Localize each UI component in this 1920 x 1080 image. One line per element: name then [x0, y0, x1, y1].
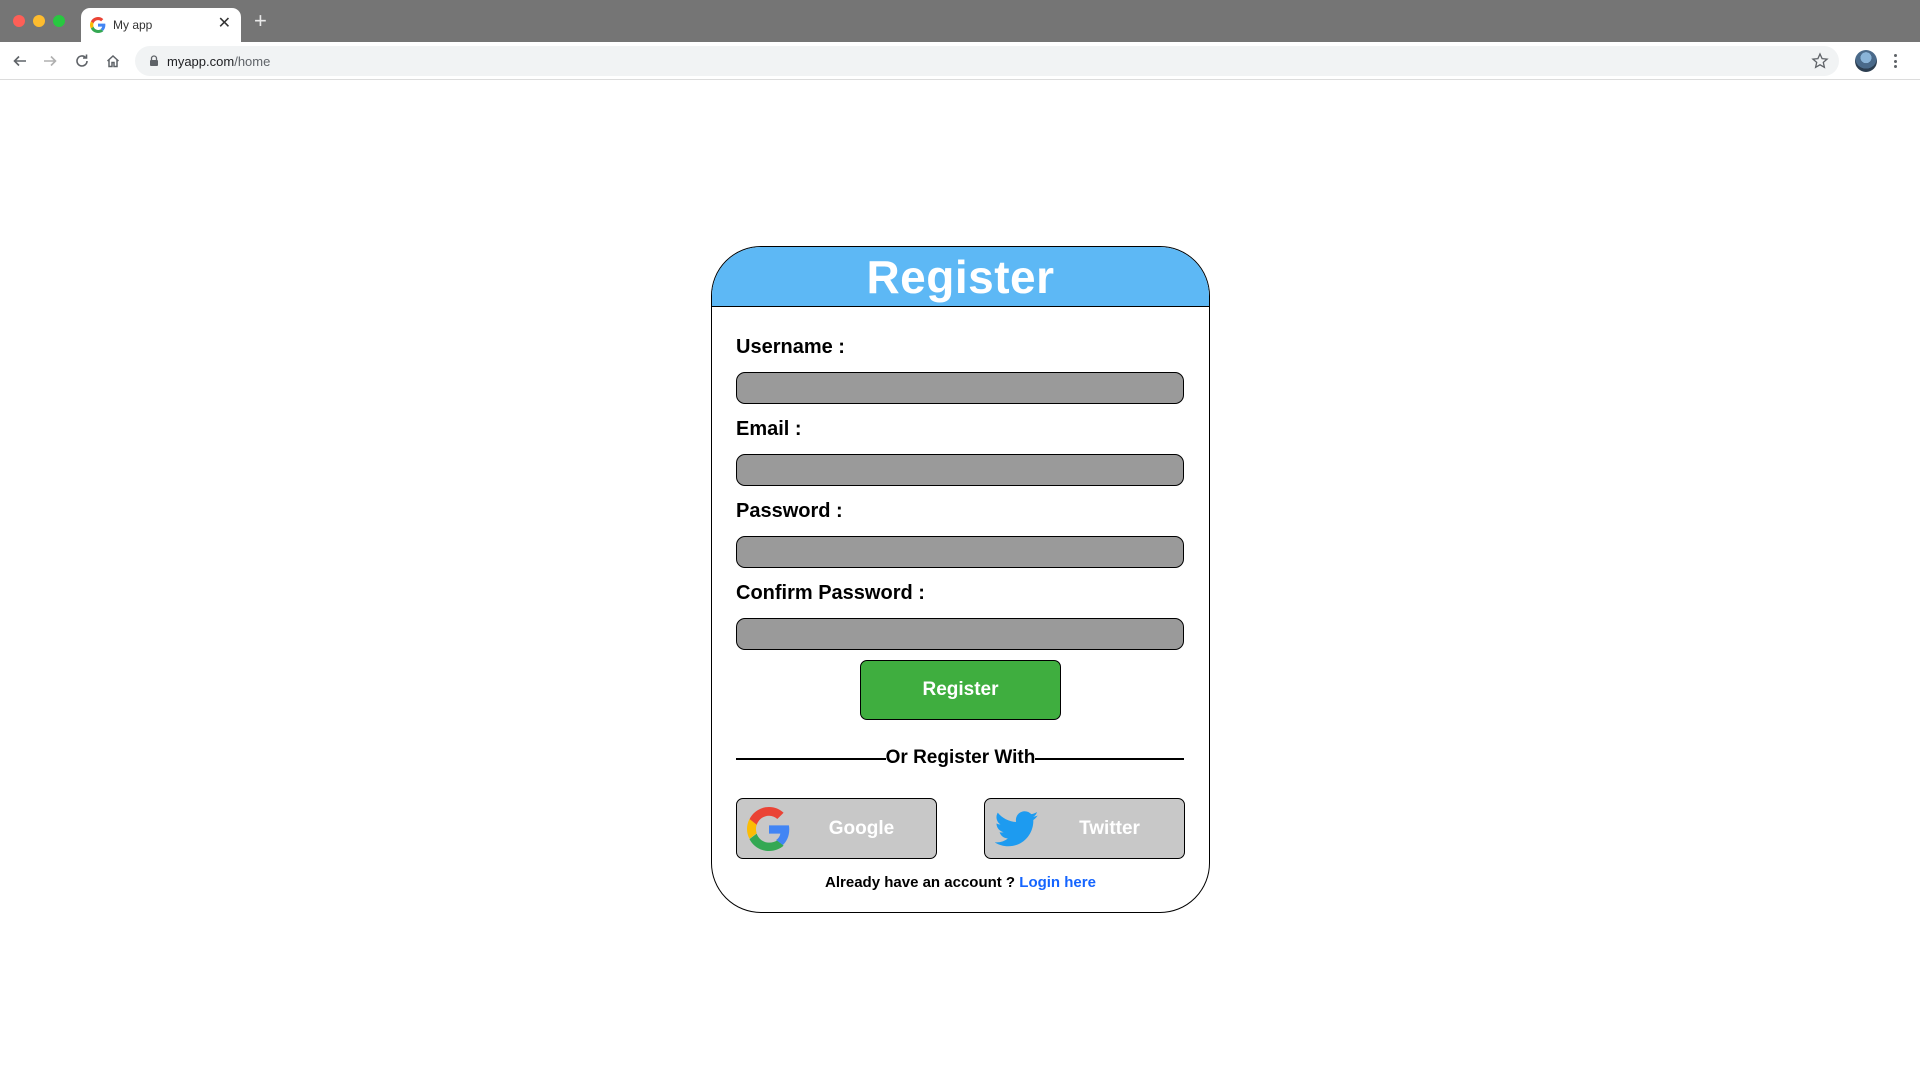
divider-label: Or Register With [885, 747, 1036, 768]
url-path: /home [234, 54, 271, 69]
tab-title: My app [113, 18, 153, 32]
google-register-button[interactable]: Google [736, 798, 937, 859]
or-register-with-text: Or Register With [712, 747, 1209, 769]
new-tab-button[interactable]: + [254, 10, 267, 32]
register-title: Register [866, 250, 1055, 303]
email-label: Email : [736, 418, 802, 440]
email-input[interactable] [736, 454, 1184, 486]
username-input[interactable] [736, 372, 1184, 404]
browser-toolbar: myapp.com/home [0, 42, 1920, 80]
register-button[interactable]: Register [860, 660, 1061, 720]
browser-tab[interactable]: My app ✕ [81, 8, 241, 42]
bookmark-star-icon[interactable] [1811, 52, 1829, 70]
tab-close-icon[interactable]: ✕ [218, 14, 231, 34]
register-card: Register Username : Email : Password : C… [711, 246, 1210, 913]
twitter-icon [995, 811, 1039, 847]
minimize-window-button[interactable] [33, 15, 45, 27]
browser-tab-bar: My app ✕ + [0, 0, 1920, 42]
arrow-left-icon [13, 55, 26, 67]
arrow-right-icon [44, 55, 57, 67]
reload-button[interactable] [72, 51, 92, 71]
lock-icon [150, 55, 158, 66]
login-prompt-text: Already have an account ? [825, 874, 1016, 891]
twitter-register-button[interactable]: Twitter [984, 798, 1185, 859]
reload-icon [76, 54, 88, 67]
register-header: Register [712, 247, 1209, 307]
google-label: Google [828, 817, 895, 839]
forward-button[interactable] [40, 51, 60, 71]
maximize-window-button[interactable] [53, 15, 65, 27]
google-favicon-icon [90, 17, 106, 33]
login-here-link[interactable]: Login here [1019, 874, 1096, 891]
url-text: myapp.com/home [167, 54, 270, 69]
home-icon [106, 54, 120, 68]
password-label: Password : [736, 500, 843, 522]
password-input[interactable] [736, 536, 1184, 568]
url-host: myapp.com [167, 54, 235, 69]
login-prompt-line: Already have an account ? Login here [712, 874, 1209, 891]
browser-menu-icon[interactable] [1892, 51, 1898, 71]
profile-avatar[interactable] [1855, 50, 1877, 72]
back-button[interactable] [10, 51, 30, 71]
username-label: Username : [736, 336, 845, 358]
home-button[interactable] [103, 51, 123, 71]
confirm-password-input[interactable] [736, 618, 1184, 650]
twitter-label: Twitter [1079, 817, 1140, 839]
google-icon [747, 807, 790, 851]
close-window-button[interactable] [13, 15, 25, 27]
confirm-password-label: Confirm Password : [736, 582, 925, 604]
address-bar[interactable]: myapp.com/home [135, 46, 1839, 76]
